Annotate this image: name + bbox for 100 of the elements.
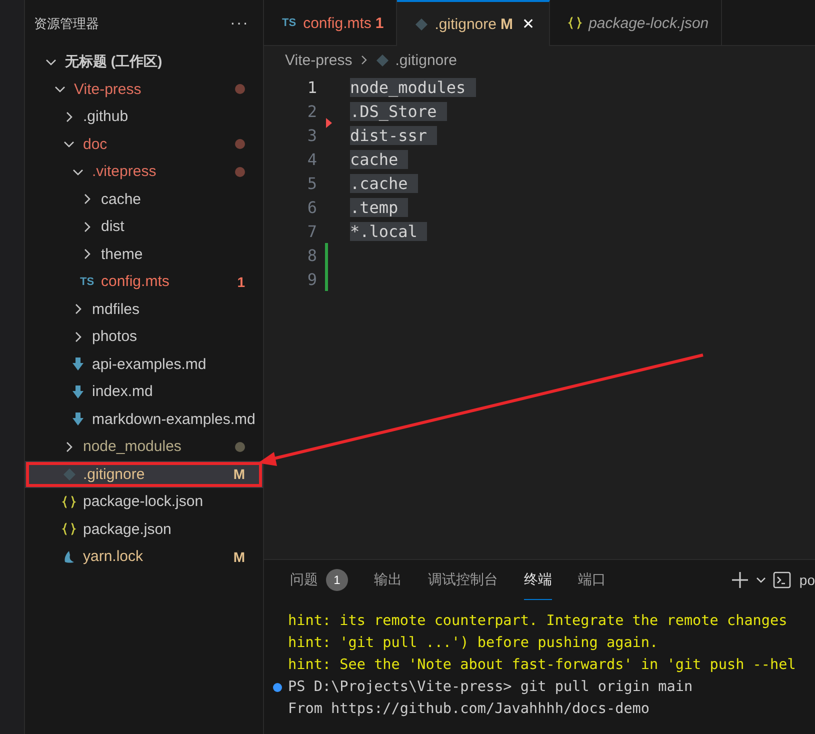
line-number: 1 (306, 78, 317, 96)
code-text: cache (350, 150, 408, 168)
diamond-icon (414, 18, 428, 30)
braces-icon (62, 494, 76, 509)
tree-item[interactable]: doc (25, 130, 263, 158)
breadcrumb-item[interactable]: Vite-press (285, 52, 352, 68)
tree-item-label: doc (83, 136, 108, 153)
tree-item[interactable]: mdfiles (25, 296, 263, 323)
status-letter: M (233, 548, 245, 565)
count-badge: 1 (326, 569, 348, 591)
tree-item-label: api-examples.md (92, 356, 208, 373)
editor-tab[interactable]: .gitignore M ✕ (396, 0, 550, 46)
down-arrow-icon (72, 384, 84, 399)
terminal-line: From https://github.com/Javahhhh/docs-demo (288, 701, 650, 717)
panel-tab-label: 终端 (524, 570, 552, 588)
tree-item-label: config.mts (101, 273, 170, 290)
tree-item-label: index.md (92, 383, 154, 400)
tree-item[interactable]: dist (25, 213, 263, 240)
diamond-icon (376, 54, 390, 66)
diamond-icon (62, 468, 76, 481)
terminal-line: hint: its remote counterpart. Integrate the remote changes (288, 613, 788, 629)
plus-icon[interactable] (731, 571, 750, 589)
code-text: .DS_Store (350, 102, 447, 120)
line-number: 3 (306, 126, 317, 144)
status-letter: 1 (237, 274, 245, 290)
line-number: 8 (306, 246, 317, 264)
panel-tab[interactable]: 问题 1 (290, 560, 348, 600)
breadcrumb-item[interactable]: .gitignore (395, 52, 457, 68)
panel-tab-label: 调试控制台 (428, 571, 498, 589)
braces-icon (62, 522, 76, 536)
panel-tab-label: 端口 (578, 571, 606, 589)
down-arrow-icon (72, 412, 84, 426)
tree-item[interactable]: package-lock.json (25, 488, 263, 516)
terminal-icon[interactable] (773, 571, 792, 589)
line-number: 7 (306, 222, 317, 240)
close-button[interactable]: ✕ (520, 15, 537, 33)
tree-item[interactable]: photos (25, 323, 263, 350)
typescript-icon: TS (282, 17, 296, 29)
status-letter: M (233, 466, 245, 482)
tree-item-label: package-lock.json (83, 493, 204, 510)
tree-item-label: .vitepress (92, 163, 158, 180)
code-text: dist-ssr (350, 126, 438, 144)
tree-item[interactable]: TS config.mts 1 (25, 268, 263, 296)
line-number: 2 (306, 102, 317, 120)
tree-item-label: Vite-press (74, 80, 142, 98)
terminal-line: hint: 'git pull ...') before pushing again. (288, 635, 658, 651)
tree-item-label: dist (101, 218, 126, 236)
tree-item[interactable]: .vitepress (25, 158, 263, 186)
tree-item[interactable]: package.json (25, 516, 263, 543)
status-letter: M (500, 16, 513, 32)
tree-item[interactable]: markdown-examples.md (25, 406, 263, 433)
panel-tab-label: 问题 (290, 571, 318, 589)
tab-label: .gitignore (434, 16, 496, 32)
tree-item[interactable]: theme (25, 240, 263, 268)
status-letter: 1 (375, 14, 384, 32)
panel-tab[interactable]: 调试控制台 (428, 560, 498, 600)
tree-item-label: node_modules (83, 438, 182, 456)
tab-label: config.mts (303, 14, 372, 32)
tree-item-label: mdfiles (92, 300, 141, 318)
more-actions-button[interactable]: ··· (230, 15, 249, 33)
tree-item-label: 无标题 (工作区) (65, 52, 164, 71)
line-number: 9 (306, 270, 317, 288)
explorer-title: 资源管理器 (34, 15, 99, 33)
tree-item[interactable]: .gitignore M (25, 460, 263, 488)
panel-tab[interactable]: 端口 (578, 560, 606, 600)
tree-item[interactable]: node_modules (25, 433, 263, 460)
line-number: 5 (306, 174, 317, 192)
panel-tab-label: 输出 (374, 571, 402, 589)
tree-item-label: markdown-examples.md (92, 410, 256, 428)
tree-item-label: .gitignore (83, 466, 146, 483)
tree-item[interactable]: 无标题 (工作区) (25, 48, 263, 76)
shell-label[interactable]: po (799, 572, 815, 588)
tree-item[interactable]: cache (25, 186, 263, 213)
panel-tab[interactable]: 输出 (374, 560, 402, 600)
tree-item-label: cache (101, 190, 142, 208)
line-number: 6 (306, 198, 317, 216)
tree-item[interactable]: api-examples.md (25, 350, 263, 378)
braces-icon (568, 16, 582, 30)
tree-item-label: photos (92, 328, 138, 346)
deleted-line-marker (326, 118, 332, 128)
line-number: 4 (306, 150, 317, 168)
panel-tab[interactable]: 终端 (524, 560, 552, 600)
editor-tab[interactable]: package-lock.json (550, 0, 722, 46)
terminal-line: PS D:\Projects\Vite-press> git pull origin main (288, 679, 693, 695)
tree-item-label: yarn.lock (83, 548, 144, 566)
code-text: *.local (350, 222, 428, 240)
command-status-dot (273, 682, 282, 692)
tree-item-label: package.json (83, 520, 172, 538)
tab-label: package-lock.json (588, 14, 709, 32)
tree-item[interactable]: Vite-press (25, 76, 263, 103)
code-text: .temp (350, 198, 408, 216)
tree-item-label: theme (101, 246, 144, 263)
down-arrow-icon (72, 357, 84, 372)
code-text: node_modules (350, 78, 476, 96)
tree-item-label: .github (83, 108, 130, 126)
tree-item[interactable]: index.md (25, 378, 263, 406)
tree-item[interactable]: yarn.lock M (25, 543, 263, 570)
code-text: .cache (350, 174, 418, 192)
tree-item[interactable]: .github (25, 103, 263, 130)
typescript-icon: TS (80, 276, 94, 288)
